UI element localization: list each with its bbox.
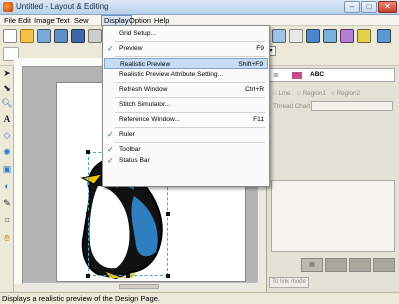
thread-chart-label: Thread Chart <box>273 103 311 110</box>
menu-text[interactable]: Text <box>54 15 72 26</box>
selection-handle[interactable] <box>166 274 170 278</box>
selection-handle[interactable] <box>166 212 170 216</box>
horizontal-scroll-thumb[interactable] <box>119 284 159 289</box>
menu-separator <box>115 41 265 42</box>
minimize-button[interactable]: – <box>344 1 360 13</box>
tab-line-icon[interactable]: ≣ <box>273 71 279 79</box>
horizontal-scrollbar[interactable] <box>23 282 257 290</box>
hand-tool-icon[interactable]: ✋︎ <box>1 232 13 244</box>
tool-box: ➤ ⬊ 🔍︎ A ◇ ✺ ▣ ◐ ✎ ⌗ ✋︎ <box>0 66 14 292</box>
display-menu: Grid Setup... ✓ Preview F9 Realistic Pre… <box>102 25 270 187</box>
color-button-1[interactable]: ▦ <box>301 258 323 272</box>
menu-separator <box>115 142 265 143</box>
app-icon <box>3 2 13 12</box>
window-title: Untitled - Layout & Editing <box>16 2 109 11</box>
text-abc-icon[interactable] <box>289 29 303 43</box>
color-button-3[interactable] <box>349 258 371 272</box>
magic-wand-icon[interactable]: ✺ <box>1 146 13 158</box>
selection-handle[interactable] <box>86 274 90 278</box>
open-folder-icon[interactable] <box>20 29 34 43</box>
to-link-mode-button[interactable]: To link mode <box>269 277 309 288</box>
transfer-icon[interactable] <box>377 29 391 43</box>
shape-tool-icon[interactable]: ◇ <box>1 129 13 141</box>
attribute-panel: ≣ ABC ○ Line ○ Region1 ○ Region2 Thread … <box>266 66 399 292</box>
radio-region2[interactable]: ○ Region2 <box>331 90 360 97</box>
selection-handle[interactable] <box>86 212 90 216</box>
select-arrow-icon[interactable]: ➤ <box>1 67 13 79</box>
menu-edit[interactable]: Edit <box>16 15 33 26</box>
menu-item-ruler[interactable]: ✓ Ruler <box>104 129 268 140</box>
close-button[interactable]: ✕ <box>378 1 397 13</box>
text-tool-icon[interactable]: A <box>1 113 13 125</box>
zoom-tool-icon[interactable]: 🔍︎ <box>1 97 13 109</box>
panel-tabs: ≣ ABC <box>269 68 395 82</box>
menu-item-status-bar[interactable]: ✓ Status Bar <box>104 155 268 166</box>
menu-separator <box>115 97 265 98</box>
image-icon[interactable] <box>306 29 320 43</box>
menu-separator <box>115 127 265 128</box>
rect-tool-icon[interactable]: ▣ <box>1 163 13 175</box>
radio-region1[interactable]: ○ Region1 <box>297 90 326 97</box>
point-edit-icon[interactable]: ⬊ <box>1 82 13 94</box>
menu-sew[interactable]: Sew <box>72 15 91 26</box>
check-icon: ✓ <box>107 145 114 154</box>
status-bar: Displays a realistic preview of the Desi… <box>0 292 399 304</box>
save-icon[interactable] <box>71 29 85 43</box>
pen-tool-icon[interactable]: ✎ <box>1 197 13 209</box>
new-file-icon[interactable] <box>3 29 17 43</box>
grid-icon[interactable] <box>323 29 337 43</box>
vertical-ruler <box>14 66 23 284</box>
maximize-button[interactable]: □ <box>361 1 377 13</box>
stitch-tool-icon[interactable]: ⌗ <box>1 214 13 226</box>
color-button-2[interactable] <box>325 258 347 272</box>
selection-handle[interactable] <box>86 150 90 154</box>
color-button-4[interactable] <box>373 258 395 272</box>
thread-chart-select[interactable] <box>311 101 393 111</box>
radio-line[interactable]: ○ Line <box>273 90 290 97</box>
check-icon: ✓ <box>107 44 114 53</box>
menu-item-realistic-preview[interactable]: Realistic Preview Shift+F9 <box>104 58 268 69</box>
check-icon: ✓ <box>107 156 114 165</box>
print-icon[interactable] <box>88 29 102 43</box>
tab-color-icon[interactable] <box>292 72 302 79</box>
check-icon: ✓ <box>107 130 114 139</box>
menu-separator <box>115 82 265 83</box>
status-text: Displays a realistic preview of the Desi… <box>2 294 160 303</box>
preview-area <box>271 180 395 252</box>
simulator-icon[interactable] <box>357 29 371 43</box>
menu-item-reference-window[interactable]: Reference Window... F11 <box>104 114 268 125</box>
zoom-icon[interactable] <box>272 29 286 43</box>
menu-item-preview[interactable]: ✓ Preview F9 <box>104 43 268 54</box>
menu-separator <box>115 56 265 57</box>
menu-item-refresh-window[interactable]: Refresh Window Ctrl+R <box>104 84 268 95</box>
title-bar: Untitled - Layout & Editing – □ ✕ <box>0 0 399 15</box>
selection-handle[interactable] <box>126 274 130 278</box>
menu-item-realistic-preview-attribute[interactable]: Realistic Preview Attribute Setting... <box>104 69 268 80</box>
stitch-icon[interactable] <box>340 29 354 43</box>
menu-item-stitch-simulator[interactable]: Stitch Simulator... <box>104 99 268 110</box>
menu-item-grid-setup[interactable]: Grid Setup... <box>104 28 268 39</box>
region-tool-icon[interactable]: ◐ <box>1 180 13 192</box>
tab-text[interactable]: ABC <box>310 71 324 78</box>
menu-item-toolbar[interactable]: ✓ Toolbar <box>104 144 268 155</box>
import-icon[interactable] <box>37 29 51 43</box>
export-icon[interactable] <box>54 29 68 43</box>
menu-separator <box>115 112 265 113</box>
